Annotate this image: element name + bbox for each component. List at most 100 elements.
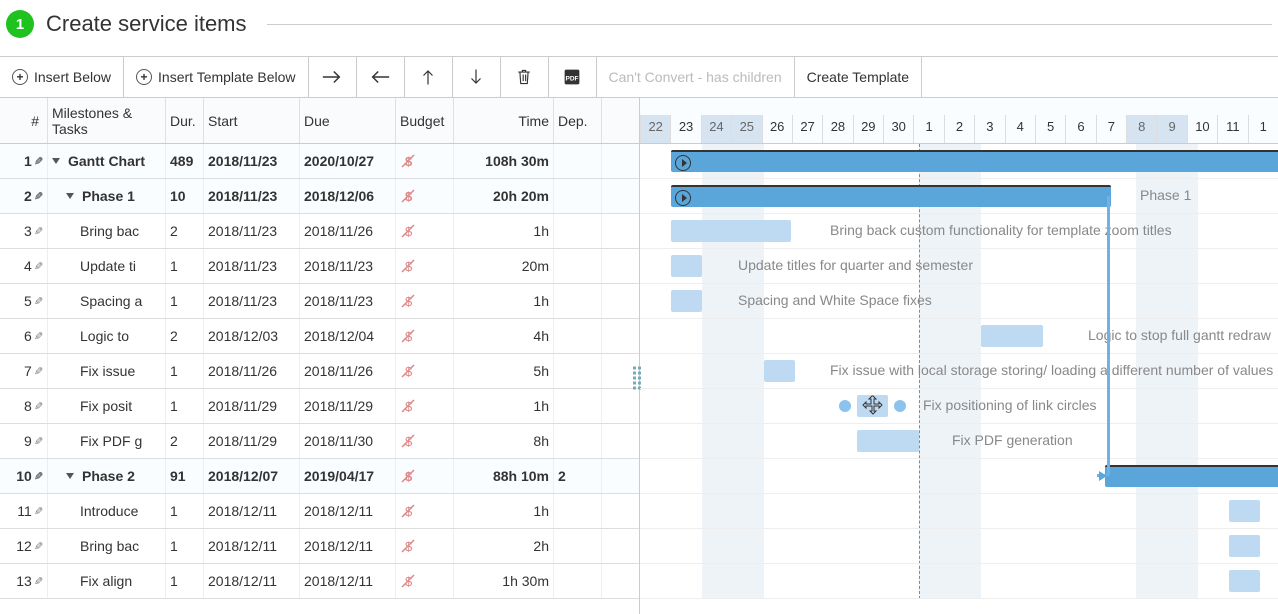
budget-cell[interactable]: $ bbox=[396, 319, 454, 353]
time-cell[interactable]: 1h 30m bbox=[454, 564, 554, 598]
task-name-cell[interactable]: Logic to bbox=[48, 319, 166, 353]
start-cell[interactable]: 2018/12/07 bbox=[204, 459, 300, 493]
export-pdf-button[interactable]: PDF bbox=[549, 57, 597, 97]
task-name-cell[interactable]: Bring bac bbox=[48, 529, 166, 563]
day-header[interactable]: 26 bbox=[762, 115, 792, 143]
task-name-cell[interactable]: Fix PDF g bbox=[48, 424, 166, 458]
duration-cell[interactable]: 2 bbox=[166, 319, 204, 353]
gantt-bar[interactable] bbox=[764, 360, 795, 382]
col-number[interactable]: # bbox=[0, 98, 48, 143]
dep-cell[interactable] bbox=[554, 529, 602, 563]
col-due[interactable]: Due bbox=[300, 98, 396, 143]
insert-below-button[interactable]: + Insert Below bbox=[0, 57, 124, 97]
budget-cell[interactable]: $ bbox=[396, 564, 454, 598]
gantt-bar[interactable] bbox=[981, 325, 1043, 347]
dep-cell[interactable] bbox=[554, 214, 602, 248]
task-name-cell[interactable]: Fix align bbox=[48, 564, 166, 598]
collapse-caret-icon[interactable] bbox=[66, 473, 74, 479]
due-cell[interactable]: 2018/11/26 bbox=[300, 214, 396, 248]
time-cell[interactable]: 5h bbox=[454, 354, 554, 388]
due-cell[interactable]: 2018/11/23 bbox=[300, 249, 396, 283]
day-header[interactable]: 27 bbox=[792, 115, 822, 143]
dep-cell[interactable] bbox=[554, 389, 602, 423]
time-cell[interactable]: 88h 10m bbox=[454, 459, 554, 493]
budget-cell[interactable]: $ bbox=[396, 354, 454, 388]
start-cell[interactable]: 2018/12/11 bbox=[204, 564, 300, 598]
gantt-row[interactable]: Fix positioning of link circles bbox=[640, 389, 1278, 424]
start-cell[interactable]: 2018/11/26 bbox=[204, 354, 300, 388]
time-cell[interactable]: 1h bbox=[454, 389, 554, 423]
day-header[interactable]: 30 bbox=[883, 115, 913, 143]
gantt-bar[interactable] bbox=[671, 185, 1111, 207]
move-down-button[interactable] bbox=[453, 57, 501, 97]
due-cell[interactable]: 2018/11/30 bbox=[300, 424, 396, 458]
duration-cell[interactable]: 1 bbox=[166, 249, 204, 283]
insert-template-below-button[interactable]: + Insert Template Below bbox=[124, 57, 308, 97]
row-number-cell[interactable]: 13✎ bbox=[0, 564, 48, 598]
dep-cell[interactable] bbox=[554, 319, 602, 353]
day-header[interactable]: 24 bbox=[701, 115, 731, 143]
task-name-cell[interactable]: Spacing a bbox=[48, 284, 166, 318]
time-cell[interactable]: 20m bbox=[454, 249, 554, 283]
budget-cell[interactable]: $ bbox=[396, 389, 454, 423]
gantt-row[interactable]: Update titles for quarter and semester bbox=[640, 249, 1278, 284]
collapse-caret-icon[interactable] bbox=[52, 158, 60, 164]
start-cell[interactable]: 2018/12/11 bbox=[204, 529, 300, 563]
start-cell[interactable]: 2018/11/23 bbox=[204, 179, 300, 213]
task-name-cell[interactable]: Phase 2 bbox=[48, 459, 166, 493]
task-row[interactable]: 8✎Fix posit12018/11/292018/11/29$1h bbox=[0, 389, 639, 424]
gantt-bar[interactable] bbox=[1229, 535, 1260, 557]
time-cell[interactable]: 2h bbox=[454, 529, 554, 563]
link-handle-left[interactable] bbox=[839, 400, 851, 412]
start-cell[interactable]: 2018/12/03 bbox=[204, 319, 300, 353]
due-cell[interactable]: 2020/10/27 bbox=[300, 144, 396, 178]
col-milestones[interactable]: Milestones & Tasks bbox=[48, 98, 166, 143]
start-cell[interactable]: 2018/11/23 bbox=[204, 249, 300, 283]
duration-cell[interactable]: 1 bbox=[166, 354, 204, 388]
task-name-cell[interactable]: Bring bac bbox=[48, 214, 166, 248]
start-cell[interactable]: 2018/12/11 bbox=[204, 494, 300, 528]
task-name-cell[interactable]: Phase 1 bbox=[48, 179, 166, 213]
task-row[interactable]: 1✎Gantt Chart4892018/11/232020/10/27$108… bbox=[0, 144, 639, 179]
task-row[interactable]: 5✎Spacing a12018/11/232018/11/23$1h bbox=[0, 284, 639, 319]
timeline-header[interactable]: 22232425262728293012345678910111 bbox=[640, 98, 1278, 144]
due-cell[interactable]: 2018/12/11 bbox=[300, 564, 396, 598]
budget-cell[interactable]: $ bbox=[396, 144, 454, 178]
row-number-cell[interactable]: 4✎ bbox=[0, 249, 48, 283]
due-cell[interactable]: 2018/12/11 bbox=[300, 529, 396, 563]
gantt-row[interactable] bbox=[640, 529, 1278, 564]
due-cell[interactable]: 2018/11/23 bbox=[300, 284, 396, 318]
col-time[interactable]: Time bbox=[454, 98, 554, 143]
task-row[interactable]: 4✎Update ti12018/11/232018/11/23$20m bbox=[0, 249, 639, 284]
col-duration[interactable]: Dur. bbox=[166, 98, 204, 143]
day-header[interactable]: 7 bbox=[1096, 115, 1126, 143]
budget-cell[interactable]: $ bbox=[396, 459, 454, 493]
task-row[interactable]: 3✎Bring bac22018/11/232018/11/26$1h bbox=[0, 214, 639, 249]
budget-cell[interactable]: $ bbox=[396, 179, 454, 213]
time-cell[interactable]: 108h 30m bbox=[454, 144, 554, 178]
dep-cell[interactable] bbox=[554, 564, 602, 598]
gantt-row[interactable]: Logic to stop full gantt redraw bbox=[640, 319, 1278, 354]
duration-cell[interactable]: 10 bbox=[166, 179, 204, 213]
day-header[interactable]: 11 bbox=[1217, 115, 1247, 143]
day-header[interactable]: 23 bbox=[670, 115, 700, 143]
gantt-row[interactable] bbox=[640, 459, 1278, 494]
gantt-bar[interactable] bbox=[1105, 465, 1278, 487]
move-up-button[interactable] bbox=[405, 57, 453, 97]
budget-cell[interactable]: $ bbox=[396, 424, 454, 458]
duration-cell[interactable]: 91 bbox=[166, 459, 204, 493]
gantt-row[interactable]: Bring back custom functionality for temp… bbox=[640, 214, 1278, 249]
task-row[interactable]: 2✎Phase 1102018/11/232018/12/06$20h 20m bbox=[0, 179, 639, 214]
due-cell[interactable]: 2018/12/04 bbox=[300, 319, 396, 353]
time-cell[interactable]: 1h bbox=[454, 284, 554, 318]
dep-cell[interactable] bbox=[554, 249, 602, 283]
play-icon[interactable] bbox=[675, 190, 691, 206]
create-template-button[interactable]: Create Template bbox=[795, 57, 922, 97]
day-header[interactable]: 22 bbox=[640, 115, 670, 143]
dep-cell[interactable] bbox=[554, 424, 602, 458]
task-name-cell[interactable]: Fix posit bbox=[48, 389, 166, 423]
budget-cell[interactable]: $ bbox=[396, 284, 454, 318]
indent-button[interactable] bbox=[357, 57, 405, 97]
time-cell[interactable]: 1h bbox=[454, 214, 554, 248]
col-dep[interactable]: Dep. bbox=[554, 98, 602, 143]
